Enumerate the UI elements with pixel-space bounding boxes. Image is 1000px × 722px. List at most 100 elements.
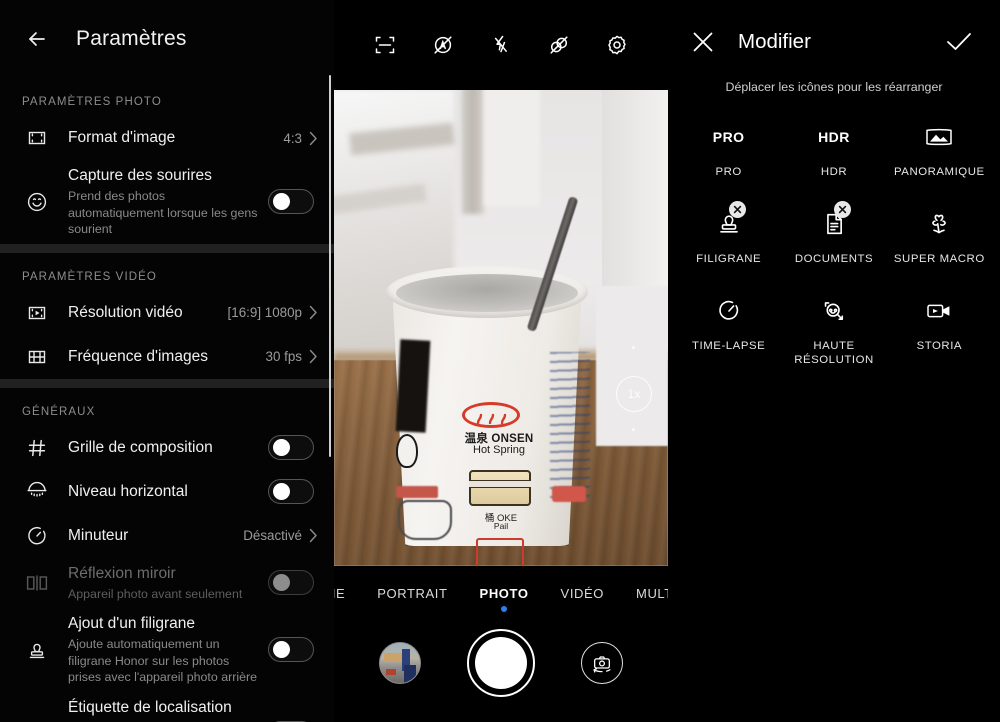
setting-text: Niveau horizontal [54,482,268,502]
mode-item-haute-resolution[interactable]: HAUTE RÉSOLUTION [781,292,886,367]
shutter-button[interactable] [467,629,535,697]
mode-label: STORIA [916,340,963,352]
gallery-thumbnail[interactable] [379,642,421,684]
camera-mode-photo-label: PHOTO [479,585,529,601]
document-icon [821,201,851,243]
back-arrow-icon[interactable] [22,22,56,56]
super-macro-flower-icon [926,205,952,243]
oke-pail-band [469,480,531,488]
setting-row-grille-composition[interactable]: Grille de composition [0,426,334,470]
thumb-detail-4 [386,669,396,675]
toggle-reflexion-miroir[interactable] [268,570,314,596]
setting-label: Minuteur [68,526,129,544]
mode-label: HAUTE RÉSOLUTION [794,340,874,366]
page-title: Paramètres [76,27,187,50]
toggle-knob [272,193,290,211]
setting-label: Étiquette de localisation [68,698,232,716]
beauty-off-icon[interactable] [547,33,571,57]
check-icon[interactable] [944,29,974,55]
close-icon[interactable] [690,29,716,55]
setting-label: Ajout d'un filigrane [68,615,196,632]
mode-item-time-lapse[interactable]: TIME-LAPSE [676,292,781,367]
remove-mode-icon[interactable] [833,201,851,218]
smile-capture-icon [20,191,54,213]
setting-text: Étiquette de localisation Les informatio… [54,698,268,722]
mirror-icon [20,574,54,592]
mode-item-filigrane[interactable]: FILIGRANE [676,201,781,266]
timer-icon [20,525,54,547]
flash-off-icon[interactable] [489,33,513,57]
cup-black-decoration [395,339,431,433]
hdr-text-icon: HDR [818,118,850,156]
toggle-grille-composition[interactable] [268,435,314,460]
cup-character-decoration [396,434,418,468]
mode-label: PRO [715,166,742,178]
oke-sublabel: Pail [493,521,509,531]
camera-top-toolbar [334,0,668,90]
ai-scan-icon[interactable] [373,33,397,57]
background-pillar [462,90,484,214]
mode-item-documents[interactable]: DOCUMENTS [781,201,886,266]
onsen-sublabel: Hot Spring [473,444,525,456]
setting-description: Prend des photos automatiquement lorsque… [68,189,258,236]
setting-text: Fréquence d'images [54,347,266,367]
mode-label: HDR [820,166,848,178]
zoom-level-button[interactable]: 1x [616,376,652,412]
toggle-ajout-filigrane[interactable] [268,637,314,663]
setting-row-etiquette-localisation[interactable]: Étiquette de localisation Les informatio… [0,692,334,722]
camera-mode-multi-video[interactable]: MULTI-VI [620,586,668,601]
setting-row-reflexion-miroir[interactable]: Réflexion miroir Appareil photo avant se… [0,558,334,609]
flip-camera-icon[interactable] [581,642,623,684]
setting-text: Grille de composition [54,438,268,458]
modes-hint: Déplacer les icônes pour les réarranger [725,80,943,94]
setting-row-ajout-filigrane[interactable]: Ajout d'un filigrane Ajoute automatiquem… [0,608,334,692]
setting-value: Désactivé [243,528,302,543]
camera-settings-panel: Paramètres PARAMÈTRES PHOTO Format d'ima… [0,0,334,722]
mode-item-hdr[interactable]: HDR HDR [781,118,886,179]
setting-row-frequence-images[interactable]: Fréquence d'images 30 fps [0,335,334,379]
toggle-capture-sourires[interactable] [268,189,314,215]
camera-mode-portrait[interactable]: PORTRAIT [361,586,463,601]
settings-scrollbar[interactable] [328,75,331,457]
setting-row-resolution-video[interactable]: Résolution vidéo [16:9] 1080p [0,291,334,335]
camera-preview[interactable]: 温泉 ONSEN Hot Spring 桶 OKE Pail 1x [334,90,668,566]
setting-label: Fréquence d'images [68,347,208,365]
camera-mode-nocturne[interactable]: URNE [334,586,361,601]
setting-label: Format d'image [68,129,176,146]
mode-item-panoramique[interactable]: PANORAMIQUE [887,118,992,179]
chevron-right-icon [309,528,317,543]
settings-gear-icon[interactable] [605,33,629,57]
camera-mode-video[interactable]: VIDÉO [545,586,620,601]
zoom-dot-upper [632,346,635,349]
camera-mode-photo[interactable]: PHOTO [464,585,545,612]
settings-header: Paramètres [0,0,334,78]
pro-text-icon: PRO [713,118,745,156]
mode-item-pro[interactable]: PRO PRO [676,118,781,179]
mode-item-storia[interactable]: STORIA [887,292,992,367]
thumb-detail-1 [384,653,402,662]
remove-mode-icon[interactable] [728,201,746,218]
modes-header: Modifier [668,0,1000,84]
watermark-stamp-icon [716,201,746,243]
setting-value: [16:9] 1080p [227,305,302,320]
cup-red-decoration [552,486,586,502]
setting-row-minuteur[interactable]: Minuteur Désactivé [0,514,334,558]
setting-label: Capture des sourires [68,167,212,184]
mode-label: SUPER MACRO [893,253,985,265]
white-object-right [596,286,668,446]
mode-item-super-macro[interactable]: SUPER MACRO [887,205,992,266]
background-pillar-2 [484,90,540,206]
setting-row-niveau-horizontal[interactable]: Niveau horizontal [0,470,334,514]
grid-icon [20,438,54,458]
setting-text: Format d'image [54,128,283,148]
setting-row-capture-sourires[interactable]: Capture des sourires Prend des photos au… [0,160,334,244]
toggle-niveau-horizontal[interactable] [268,479,314,504]
setting-label: Niveau horizontal [68,482,188,500]
chevron-right-icon [309,131,317,145]
ai-off-icon[interactable] [431,33,455,57]
setting-row-format-image[interactable]: Format d'image 4:3 [0,116,334,160]
chevron-right-icon [309,349,317,364]
camera-mode-strip[interactable]: URNE PORTRAIT PHOTO VIDÉO MULTI-VI [334,566,668,612]
setting-value: 30 fps [265,349,302,364]
section-label-photo: PARAMÈTRES PHOTO [22,96,162,108]
